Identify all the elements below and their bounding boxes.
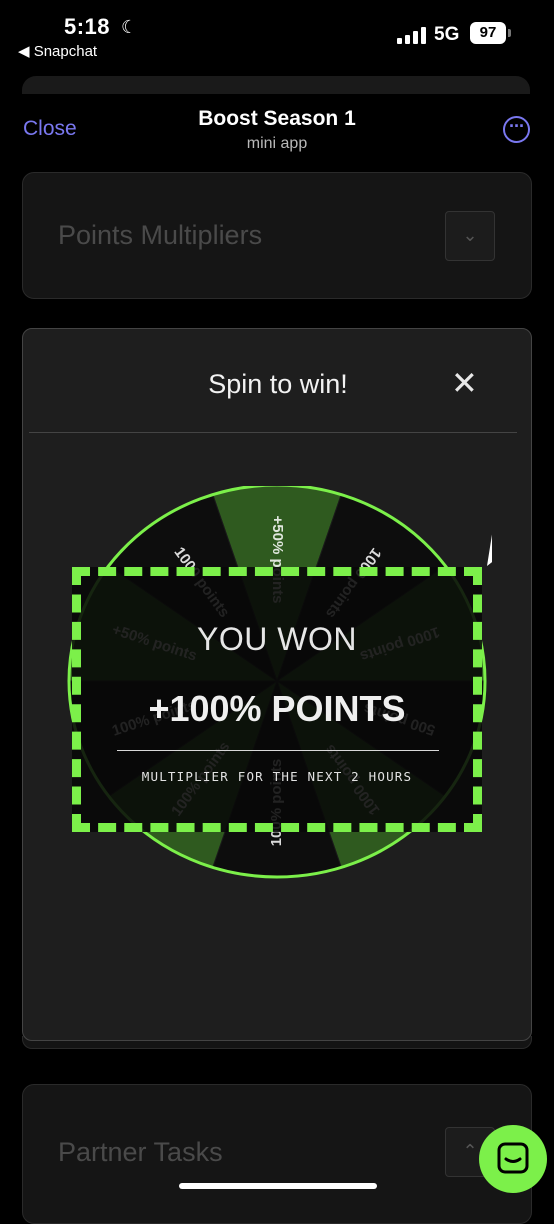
page-title: Boost Season 1 — [198, 107, 356, 130]
win-result-box: YOU WON +100% POINTS MULTIPLIER FOR THE … — [72, 567, 482, 832]
win-divider — [117, 750, 439, 751]
pointer-arrow-icon — [487, 534, 492, 566]
moon-icon: ☾ — [121, 17, 138, 37]
status-bar: 5:18 ☾ ◀ Snapchat 5G 97 — [0, 0, 554, 70]
sheet-edge — [22, 76, 530, 94]
win-amount: +100% POINTS — [148, 688, 406, 729]
battery-icon: 97 — [470, 22, 506, 44]
close-icon[interactable]: ✕ — [451, 367, 478, 399]
partner-tasks-label: Partner Tasks — [58, 1137, 223, 1167]
home-indicator — [179, 1183, 377, 1189]
battery-tip — [508, 29, 511, 37]
mini-app-header: Close Boost Season 1 mini app ··· — [0, 96, 554, 166]
network-type: 5G — [434, 24, 460, 45]
points-multipliers-card[interactable]: Points Multipliers ⌄ — [22, 172, 532, 299]
win-detail: MULTIPLIER FOR THE NEXT 2 HOURS — [141, 769, 413, 784]
page-subtitle: mini app — [246, 135, 308, 152]
chevron-down-icon[interactable]: ⌄ — [445, 211, 495, 261]
modal-divider — [29, 432, 517, 433]
chat-bubble-icon — [497, 1142, 529, 1174]
signal-bars-icon — [397, 26, 429, 44]
chat-button[interactable] — [479, 1125, 547, 1193]
win-heading: YOU WON — [197, 621, 357, 657]
ellipsis-icon[interactable]: ··· — [503, 116, 530, 143]
back-to-app-link[interactable]: ◀ Snapchat — [18, 42, 97, 60]
status-time: 5:18 — [64, 14, 111, 39]
points-multipliers-label: Points Multipliers — [58, 220, 263, 250]
partner-tasks-card[interactable]: Partner Tasks ⌃ — [22, 1084, 532, 1224]
